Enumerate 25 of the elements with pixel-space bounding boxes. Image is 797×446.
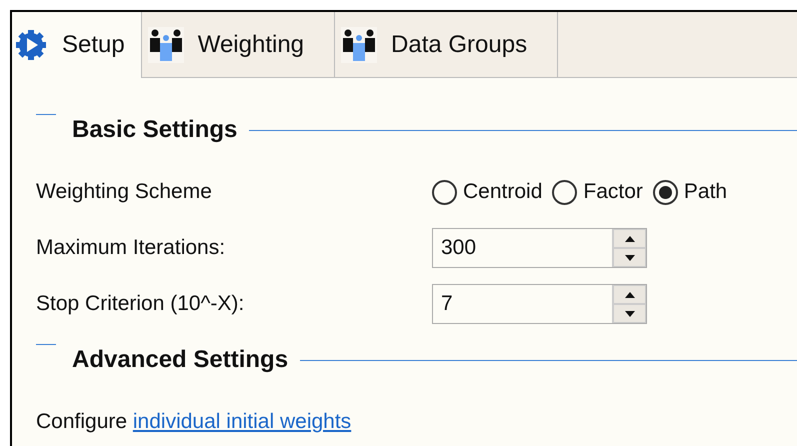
section-title: Basic Settings [72,115,238,145]
spin-down-button[interactable] [613,248,646,267]
link[interactable]: individual initial weights [132,410,352,434]
number-spinner[interactable]: 300 [432,228,647,268]
up-arrow-icon [624,292,634,298]
configure-text: Configure individual initial weights [36,409,352,436]
down-arrow-icon [624,254,634,260]
up-arrow-icon [624,236,634,242]
section-title: Advanced Settings [72,345,288,375]
spin-up-button[interactable] [613,229,646,248]
spin-down-button[interactable] [613,304,646,323]
field-label: Weighting Scheme [36,179,213,206]
radio-option[interactable]: Path [652,176,728,208]
field-label: Stop Criterion (10^-X): [36,291,246,318]
tab[interactable]: Data Groups [334,12,558,78]
radio-option[interactable]: Centroid [432,176,542,208]
people-icon [148,26,184,62]
down-arrow-icon [624,310,634,316]
spin-up-button[interactable] [613,285,646,304]
people-icon [341,26,378,62]
gear-icon [14,28,48,62]
number-spinner[interactable]: 7 [432,284,647,324]
radio-option[interactable]: Factor [552,176,643,208]
field-label: Maximum Iterations: [36,235,226,262]
tab[interactable]: Weighting [140,12,334,78]
